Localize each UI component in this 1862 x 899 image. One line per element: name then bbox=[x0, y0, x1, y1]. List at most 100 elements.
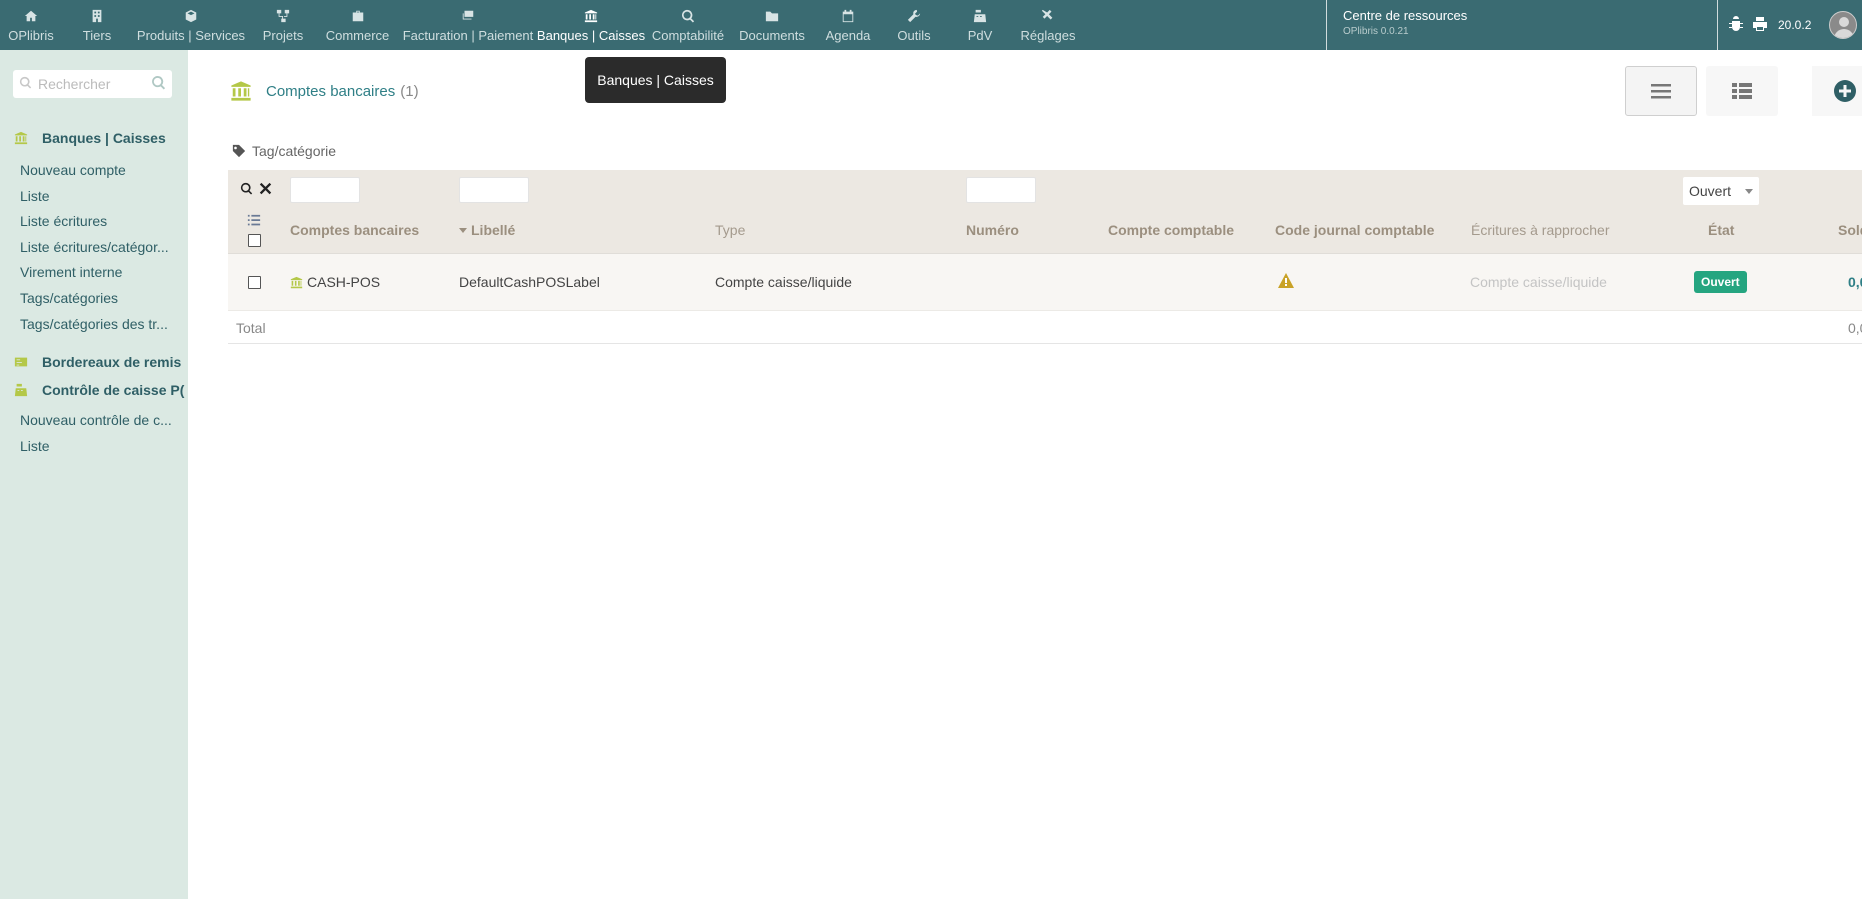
col-account[interactable]: Compte comptable bbox=[1108, 222, 1234, 238]
sidebar-item-virement-interne[interactable]: Virement interne bbox=[20, 264, 122, 280]
filter-row: Ouvert bbox=[228, 170, 1862, 206]
nav-agenda[interactable]: Agenda bbox=[813, 0, 883, 50]
nav-banques-caisses[interactable]: Banques | Caisses bbox=[537, 0, 645, 50]
row-reconcile: Compte caisse/liquide bbox=[1470, 274, 1607, 290]
bank-icon bbox=[290, 276, 303, 288]
col-balance[interactable]: Solde bbox=[1838, 222, 1862, 238]
page-title-text: Comptes bancaires bbox=[266, 82, 396, 100]
sidebar-item-liste-ecritures[interactable]: Liste écritures bbox=[20, 213, 107, 229]
nav-outils[interactable]: Outils bbox=[883, 0, 945, 50]
col-state[interactable]: État bbox=[1708, 222, 1734, 238]
page-title: Comptes bancaires (1) bbox=[230, 80, 419, 102]
sidebar-item-liste-controle[interactable]: Liste bbox=[20, 438, 50, 454]
home-icon bbox=[23, 8, 39, 24]
filter-number-input[interactable] bbox=[966, 177, 1036, 203]
check-list-icon bbox=[14, 355, 30, 369]
nav-facturation-paiement[interactable]: Facturation | Paiement bbox=[399, 0, 537, 50]
sidebar-item-nouveau-controle[interactable]: Nouveau contrôle de c... bbox=[20, 412, 172, 428]
list-check-icon[interactable] bbox=[247, 214, 261, 231]
table-row[interactable]: CASH-POS DefaultCashPOSLabel Compte cais… bbox=[228, 254, 1862, 311]
plus-circle-icon bbox=[1834, 80, 1856, 102]
suitcase-icon bbox=[350, 8, 366, 24]
sidebar-item-liste-ecritures-categories[interactable]: Liste écritures/catégor... bbox=[20, 239, 169, 255]
money-icon bbox=[460, 8, 476, 24]
calendar-icon bbox=[840, 8, 856, 24]
nav-produits-services[interactable]: Produits | Services bbox=[132, 0, 250, 50]
tag-filter-label: Tag/catégorie bbox=[252, 143, 337, 159]
tag-icon bbox=[232, 144, 246, 158]
col-reconcile[interactable]: Écritures à rapprocher bbox=[1471, 222, 1610, 238]
cash-register-icon bbox=[14, 383, 30, 397]
search-input[interactable] bbox=[38, 76, 151, 92]
th-list-icon bbox=[1732, 83, 1752, 99]
chevron-down-icon bbox=[1745, 188, 1753, 194]
search-icon bbox=[19, 76, 32, 92]
total-value: 0,00 bbox=[1848, 320, 1862, 336]
col-label[interactable]: Libellé bbox=[459, 222, 515, 238]
search-submit-icon[interactable] bbox=[151, 75, 166, 93]
nav-oplibris[interactable]: OPlibris bbox=[0, 0, 62, 50]
list-view-button[interactable] bbox=[1625, 66, 1697, 116]
col-journal[interactable]: Code journal comptable bbox=[1275, 222, 1434, 238]
nav-reglages[interactable]: Réglages bbox=[1015, 0, 1081, 50]
top-right-tools: 20.0.2 a bbox=[1728, 0, 1862, 50]
row-checkbox[interactable] bbox=[248, 276, 261, 289]
nav-commerce[interactable]: Commerce bbox=[316, 0, 399, 50]
warning-icon bbox=[1278, 273, 1294, 291]
select-all-checkbox[interactable] bbox=[248, 234, 261, 247]
sidebar: Banques | Caisses Nouveau compte Liste L… bbox=[0, 50, 188, 899]
page-title-count: (1) bbox=[400, 82, 419, 100]
sitemap-icon bbox=[275, 8, 291, 24]
sidebar-section-bordereaux[interactable]: Bordereaux de remis bbox=[14, 354, 181, 370]
sidebar-search bbox=[13, 70, 172, 98]
tools-icon bbox=[1040, 8, 1056, 24]
wrench-icon bbox=[906, 8, 922, 24]
resource-center-title: Centre de ressources bbox=[1343, 8, 1468, 23]
state-filter-select[interactable]: Ouvert bbox=[1683, 177, 1759, 205]
total-label: Total bbox=[236, 320, 266, 336]
nav-pdv[interactable]: PdV bbox=[945, 0, 1015, 50]
sidebar-item-liste[interactable]: Liste bbox=[20, 188, 50, 204]
bars-icon bbox=[1651, 84, 1671, 99]
sidebar-item-nouveau-compte[interactable]: Nouveau compte bbox=[20, 162, 126, 178]
col-number[interactable]: Numéro bbox=[966, 222, 1019, 238]
avatar[interactable] bbox=[1829, 11, 1858, 39]
tag-category-filter[interactable]: Tag/catégorie bbox=[232, 143, 336, 159]
nav-tiers[interactable]: Tiers bbox=[62, 0, 132, 50]
filter-ref-input[interactable] bbox=[290, 177, 360, 203]
total-row: Total 0,00 bbox=[228, 311, 1862, 344]
table-header: Comptes bancaires Libellé Type Numéro Co… bbox=[228, 206, 1862, 254]
cube-icon bbox=[183, 8, 199, 24]
filter-label-input[interactable] bbox=[459, 177, 529, 203]
row-type: Compte caisse/liquide bbox=[715, 274, 852, 290]
top-bar: OPlibris Tiers Produits | Services Proje… bbox=[0, 0, 1862, 50]
bug-icon[interactable] bbox=[1728, 15, 1744, 35]
nav-comptabilite[interactable]: Comptabilité bbox=[645, 0, 731, 50]
sidebar-section-banques[interactable]: Banques | Caisses bbox=[14, 130, 166, 146]
folder-icon bbox=[764, 8, 780, 24]
cash-register-icon bbox=[972, 8, 988, 24]
status-badge: Ouvert bbox=[1694, 271, 1747, 293]
search-icon[interactable] bbox=[240, 182, 253, 198]
row-label: DefaultCashPOSLabel bbox=[459, 274, 600, 290]
col-type[interactable]: Type bbox=[715, 222, 745, 238]
bank-icon bbox=[14, 131, 30, 145]
row-balance[interactable]: 0,00 bbox=[1848, 274, 1862, 290]
nav-projets[interactable]: Projets bbox=[250, 0, 316, 50]
sidebar-item-tags-categories-transactions[interactable]: Tags/catégories des tr... bbox=[20, 316, 168, 332]
main-nav: OPlibris Tiers Produits | Services Proje… bbox=[0, 0, 1081, 50]
col-ref[interactable]: Comptes bancaires bbox=[290, 222, 419, 238]
nav-tooltip: Banques | Caisses bbox=[585, 57, 726, 103]
resource-center[interactable]: Centre de ressources OPlibris 0.0.21 bbox=[1326, 0, 1718, 50]
print-icon[interactable] bbox=[1752, 16, 1768, 35]
close-icon[interactable] bbox=[259, 182, 272, 198]
resource-center-subtitle: OPlibris 0.0.21 bbox=[1343, 26, 1409, 37]
nav-documents[interactable]: Documents bbox=[731, 0, 813, 50]
bank-icon bbox=[583, 8, 599, 24]
sidebar-item-tags-categories[interactable]: Tags/catégories bbox=[20, 290, 118, 306]
sidebar-section-controle-caisse[interactable]: Contrôle de caisse P( bbox=[14, 382, 184, 398]
new-account-button[interactable] bbox=[1812, 66, 1862, 116]
row-ref-link[interactable]: CASH-POS bbox=[290, 274, 380, 290]
kanban-view-button[interactable] bbox=[1706, 66, 1778, 116]
sort-desc-icon bbox=[459, 227, 467, 233]
